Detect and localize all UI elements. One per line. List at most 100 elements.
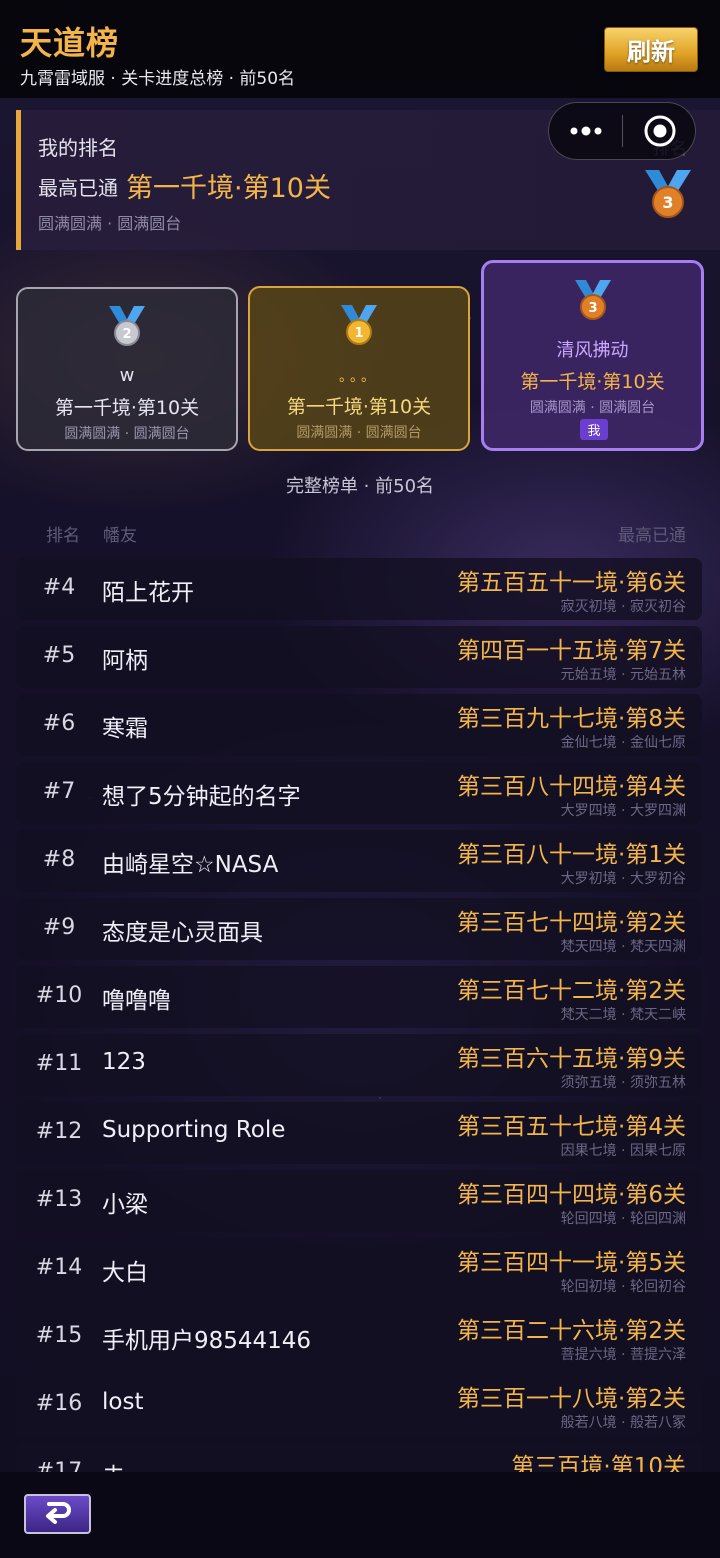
row-realm: 元始五境 · 元始五林 (560, 667, 686, 683)
row-rank: #14 (35, 1255, 83, 1280)
row-realm: 因果七境 · 因果七原 (560, 1143, 686, 1159)
column-header-rank: 排名 (46, 526, 80, 546)
row-name: 想了5分钟起的名字 (102, 784, 301, 810)
table-row[interactable]: #10 噜噜噜 第三百七十二境·第2关 梵天二境 · 梵天二峡 (16, 966, 702, 1028)
podium-first-name: 。。。 (339, 369, 379, 385)
row-best: 第四百一十五境·第7关 (457, 638, 686, 664)
medal-icon: 3 (643, 168, 693, 224)
podium-first-realm: 圆满圆满 · 圆满圆台 (296, 425, 422, 441)
table-row[interactable]: #14 大白 第三百四十一境·第5关 轮回初境 · 轮回初谷 (16, 1238, 702, 1300)
page-subtitle: 九霄雷域服 · 关卡进度总榜 · 前50名 (20, 69, 296, 89)
row-best: 第三百八十四境·第4关 (457, 774, 686, 800)
row-best: 第三百六十五境·第9关 (457, 1046, 686, 1072)
row-best: 第三百四十四境·第6关 (457, 1182, 686, 1208)
my-best-value: 第一千境·第10关 (126, 173, 331, 204)
table-row[interactable]: #8 由崎星空☆NASA 第三百八十一境·第1关 大罗初境 · 大罗初谷 (16, 830, 702, 892)
row-best: 第三百四十一境·第5关 (457, 1250, 686, 1276)
table-row[interactable]: #13 小梁 第三百四十四境·第6关 轮回四境 · 轮回四渊 (16, 1170, 702, 1232)
table-row[interactable]: #5 阿柄 第四百一十五境·第7关 元始五境 · 元始五林 (16, 626, 702, 688)
me-badge: 我 (580, 419, 608, 440)
table-row[interactable]: #16 lost 第三百一十八境·第2关 般若八境 · 般若八冢 (16, 1374, 702, 1436)
row-rank: #11 (35, 1051, 83, 1076)
row-best: 第三百二十六境·第2关 (457, 1318, 686, 1344)
back-button[interactable] (24, 1494, 91, 1534)
refresh-button[interactable]: 刷新 (604, 27, 698, 72)
row-rank: #16 (35, 1391, 83, 1416)
column-header-player: 幡友 (103, 526, 137, 546)
podium-second-rank: 2 (122, 327, 131, 342)
row-name: 大白 (102, 1260, 148, 1286)
row-name: 寒霜 (102, 716, 148, 742)
column-header-best: 最高已通 (618, 526, 686, 546)
table-row[interactable]: #12 Supporting Role 第三百五十七境·第4关 因果七境 · 因… (16, 1102, 702, 1164)
row-realm: 金仙七境 · 金仙七原 (560, 735, 686, 751)
row-name: 阿柄 (102, 648, 148, 674)
more-dots-icon[interactable] (549, 103, 622, 159)
row-rank: #5 (42, 643, 76, 668)
podium-third-rank: 3 (588, 301, 597, 316)
bottom-bar (0, 1472, 720, 1558)
table-row[interactable]: #7 想了5分钟起的名字 第三百八十四境·第4关 大罗四境 · 大罗四渊 (16, 762, 702, 824)
row-best: 第三百七十二境·第2关 (457, 978, 686, 1004)
podium-first-best: 第一千境·第10关 (286, 396, 432, 418)
full-list-title: 完整榜单 · 前50名 (285, 476, 435, 497)
row-best: 第三百一十八境·第2关 (457, 1386, 686, 1412)
row-name: 噜噜噜 (102, 988, 171, 1014)
my-realm: 圆满圆满 · 圆满圆台 (38, 214, 182, 233)
table-row[interactable]: #4 陌上花开 第五百五十一境·第6关 寂灭初境 · 寂灭初谷 (16, 558, 702, 620)
row-realm: 般若八境 · 般若八冢 (560, 1415, 686, 1431)
table-row[interactable]: #9 态度是心灵面具 第三百七十四境·第2关 梵天四境 · 梵天四渊 (16, 898, 702, 960)
podium-first[interactable]: 1 。。。 第一千境·第10关 圆满圆满 · 圆满圆台 (248, 286, 470, 451)
row-rank: #8 (42, 847, 76, 872)
row-name: 由崎星空☆NASA (102, 852, 279, 878)
silver-medal-icon: 2 (107, 305, 147, 351)
row-name: 小梁 (102, 1192, 148, 1218)
row-name: 陌上花开 (102, 580, 194, 606)
row-realm: 梵天二境 · 梵天二峡 (560, 1007, 686, 1023)
row-realm: 大罗四境 · 大罗四渊 (560, 803, 686, 819)
row-rank: #6 (42, 711, 76, 736)
table-row[interactable]: #6 寒霜 第三百九十七境·第8关 金仙七境 · 金仙七原 (16, 694, 702, 756)
page-title: 天道榜 (20, 24, 120, 62)
target-icon[interactable] (623, 103, 696, 159)
row-realm: 大罗初境 · 大罗初谷 (560, 871, 686, 887)
row-rank: #12 (35, 1119, 83, 1144)
podium-third-best: 第一千境·第10关 (520, 371, 665, 393)
row-rank: #15 (35, 1323, 83, 1348)
row-realm: 寂灭初境 · 寂灭初谷 (560, 599, 686, 615)
podium-third-realm: 圆满圆满 · 圆满圆台 (529, 400, 656, 416)
podium-second-realm: 圆满圆满 · 圆满圆台 (64, 426, 190, 442)
medal-rank-number: 3 (662, 193, 673, 212)
row-best: 第三百七十四境·第2关 (457, 910, 686, 936)
row-realm: 须弥五境 · 须弥五林 (560, 1075, 686, 1091)
podium-second-name: w (119, 365, 135, 386)
table-row[interactable]: #11 123 第三百六十五境·第9关 须弥五境 · 须弥五林 (16, 1034, 702, 1096)
row-rank: #4 (42, 575, 76, 600)
mini-program-capsule (548, 102, 696, 160)
row-best: 第三百五十七境·第4关 (457, 1114, 686, 1140)
row-name: 手机用户98544146 (102, 1328, 312, 1354)
podium-third-name: 清风拂动 (556, 340, 629, 361)
podium-second-best: 第一千境·第10关 (54, 397, 200, 419)
header: 天道榜 九霄雷域服 · 关卡进度总榜 · 前50名 刷新 (0, 0, 720, 98)
row-best: 第三百九十七境·第8关 (457, 706, 686, 732)
row-name: 态度是心灵面具 (102, 920, 263, 946)
my-best-label: 最高已通 (38, 176, 118, 200)
row-realm: 轮回初境 · 轮回初谷 (560, 1279, 686, 1295)
back-arrow-icon (43, 1500, 73, 1528)
row-name: 123 (102, 1049, 146, 1075)
row-realm: 菩提六境 · 菩提六泽 (560, 1347, 686, 1363)
row-rank: #9 (42, 915, 76, 940)
bronze-medal-icon: 3 (573, 279, 613, 325)
podium-second[interactable]: 2 w 第一千境·第10关 圆满圆满 · 圆满圆台 (16, 287, 238, 451)
gold-medal-icon: 1 (339, 304, 379, 350)
table-row[interactable]: #15 手机用户98544146 第三百二十六境·第2关 菩提六境 · 菩提六泽 (16, 1306, 702, 1368)
row-realm: 轮回四境 · 轮回四渊 (560, 1211, 686, 1227)
row-rank: #13 (35, 1187, 83, 1212)
row-rank: #10 (35, 983, 83, 1008)
my-rank-label: 我的排名 (38, 136, 118, 160)
row-realm: 梵天四境 · 梵天四渊 (560, 939, 686, 955)
row-best: 第三百八十一境·第1关 (457, 842, 686, 868)
row-name: lost (102, 1389, 144, 1415)
podium-third[interactable]: 3 清风拂动 第一千境·第10关 圆满圆满 · 圆满圆台 我 (481, 260, 704, 451)
